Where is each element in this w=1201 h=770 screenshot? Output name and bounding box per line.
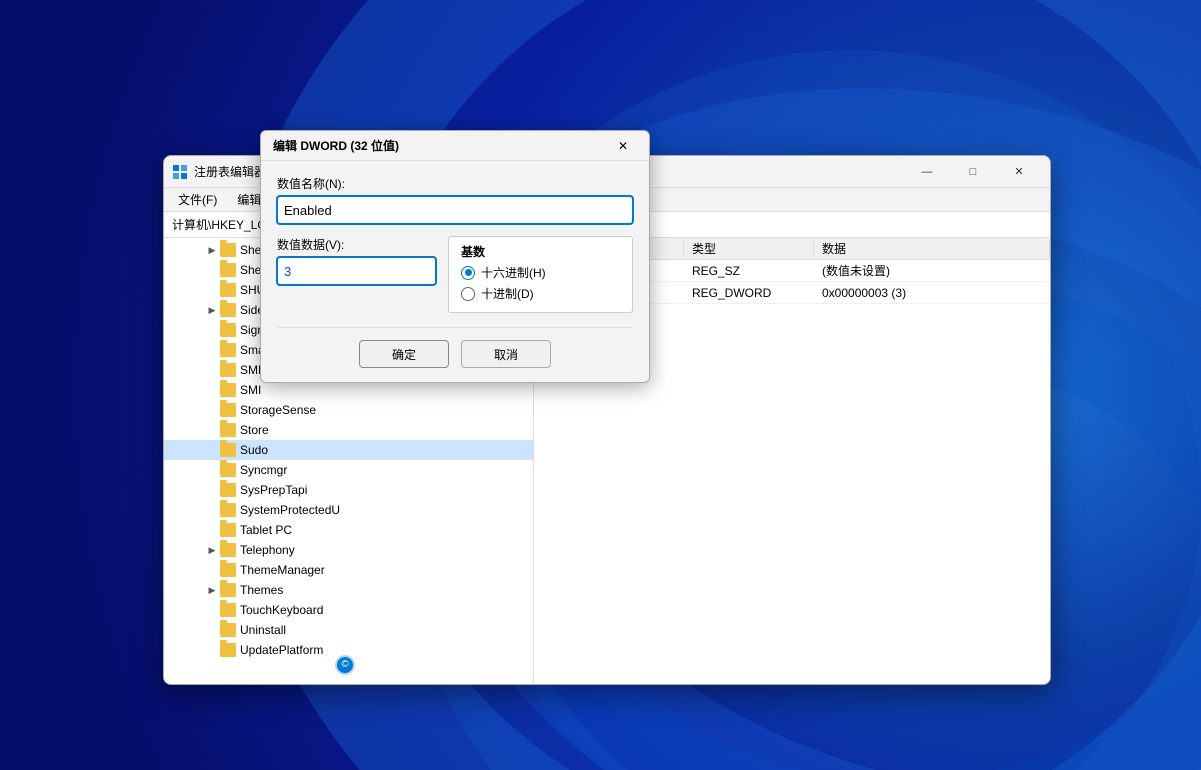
folder-icon	[220, 403, 236, 417]
tree-item-label: SystemProtectedU	[240, 503, 340, 517]
tree-item-label: SMI	[240, 383, 261, 397]
col-header-data: 数据	[814, 240, 1050, 257]
folder-icon	[220, 363, 236, 377]
tree-item-label: Store	[240, 423, 269, 437]
value-type-col: REG_SZ	[684, 264, 814, 278]
name-input[interactable]	[277, 196, 633, 224]
tree-item-label: Syncmgr	[240, 463, 287, 477]
value-data-col: (数值未设置)	[814, 262, 1050, 279]
regedit-icon	[172, 164, 188, 180]
tree-item-label: Sudo	[240, 443, 268, 457]
value-type-col: REG_DWORD	[684, 286, 814, 300]
tree-item[interactable]: ▶ Telephony	[164, 540, 533, 560]
maximize-button[interactable]: □	[950, 156, 996, 188]
folder-icon	[220, 343, 236, 357]
tree-item[interactable]: Store	[164, 420, 533, 440]
name-field-label: 数值名称(N):	[277, 175, 633, 192]
folder-icon	[220, 623, 236, 637]
tree-item[interactable]: TouchKeyboard	[164, 600, 533, 620]
tree-item-label: TouchKeyboard	[240, 603, 323, 617]
tree-item-label: Telephony	[240, 543, 295, 557]
window-controls: — □ ✕	[904, 156, 1042, 188]
cancel-button[interactable]: 取消	[461, 340, 551, 368]
radio-hex-indicator	[461, 266, 475, 280]
tree-item[interactable]: SysPrepTapi	[164, 480, 533, 500]
menu-file[interactable]: 文件(F)	[170, 189, 225, 210]
tree-item[interactable]: Uninstall	[164, 620, 533, 640]
tree-item[interactable]: ThemeManager	[164, 560, 533, 580]
folder-icon	[220, 463, 236, 477]
tree-arrow-icon: ▶	[204, 305, 220, 316]
folder-icon	[220, 583, 236, 597]
folder-icon	[220, 503, 236, 517]
base-label: 基数	[461, 243, 620, 260]
value-data-col: 0x00000003 (3)	[814, 286, 1050, 300]
folder-icon	[220, 603, 236, 617]
tree-arrow-icon: ▶	[204, 545, 220, 556]
tree-item-label: StorageSense	[240, 403, 316, 417]
folder-icon	[220, 483, 236, 497]
minimize-button[interactable]: —	[904, 156, 950, 188]
folder-icon	[220, 643, 236, 657]
folder-icon	[220, 523, 236, 537]
col-header-type: 类型	[684, 240, 814, 257]
tree-arrow-icon: ▶	[204, 585, 220, 596]
ok-button[interactable]: 确定	[359, 340, 449, 368]
dword-dialog: 编辑 DWORD (32 位值) ✕ 数值名称(N): 数值数据(V): 基数 …	[260, 130, 650, 383]
tree-item[interactable]: Sudo	[164, 440, 533, 460]
tree-item-label: Uninstall	[240, 623, 286, 637]
folder-icon	[220, 243, 236, 257]
tree-item-label: UpdatePlatform	[240, 643, 323, 657]
dialog-data-row: 数值数据(V): 基数 十六进制(H) 十进制(D)	[277, 236, 633, 313]
radio-dec-indicator	[461, 287, 475, 301]
radio-hex-label: 十六进制(H)	[481, 264, 546, 281]
brand-watermark: © 系统极客	[335, 654, 421, 675]
close-button[interactable]: ✕	[996, 156, 1042, 188]
radio-dec[interactable]: 十进制(D)	[461, 285, 620, 302]
folder-icon	[220, 423, 236, 437]
dialog-buttons: 确定 取消	[277, 327, 633, 368]
tree-item-label: SysPrepTapi	[240, 483, 307, 497]
tree-item-label: ThemeManager	[240, 563, 325, 577]
tree-item[interactable]: StorageSense	[164, 400, 533, 420]
tree-item-label: Tablet PC	[240, 523, 292, 537]
radio-hex[interactable]: 十六进制(H)	[461, 264, 620, 281]
folder-icon	[220, 303, 236, 317]
folder-icon	[220, 543, 236, 557]
dialog-title: 编辑 DWORD (32 位值)	[273, 137, 609, 154]
tree-item[interactable]: Tablet PC	[164, 520, 533, 540]
value-section: 数值数据(V):	[277, 236, 436, 313]
base-section: 基数 十六进制(H) 十进制(D)	[448, 236, 633, 313]
folder-icon	[220, 443, 236, 457]
tree-arrow-icon: ▶	[204, 245, 220, 256]
folder-icon	[220, 283, 236, 297]
folder-icon	[220, 383, 236, 397]
dialog-title-bar: 编辑 DWORD (32 位值) ✕	[261, 131, 649, 161]
radio-dec-label: 十进制(D)	[481, 285, 534, 302]
folder-icon	[220, 263, 236, 277]
tree-item-label: Themes	[240, 583, 283, 597]
tree-item[interactable]: Syncmgr	[164, 460, 533, 480]
dialog-body: 数值名称(N): 数值数据(V): 基数 十六进制(H) 十进制(D) 确定	[261, 161, 649, 382]
tree-item[interactable]: SMI	[164, 380, 533, 400]
folder-icon	[220, 323, 236, 337]
dialog-close-button[interactable]: ✕	[609, 134, 637, 158]
data-field-label: 数值数据(V):	[277, 236, 436, 253]
tree-item[interactable]: ▶ Themes	[164, 580, 533, 600]
brand-icon: ©	[335, 655, 355, 675]
data-input[interactable]	[277, 257, 436, 285]
brand-text: 系统极客	[361, 654, 421, 675]
tree-item[interactable]: SystemProtectedU	[164, 500, 533, 520]
folder-icon	[220, 563, 236, 577]
